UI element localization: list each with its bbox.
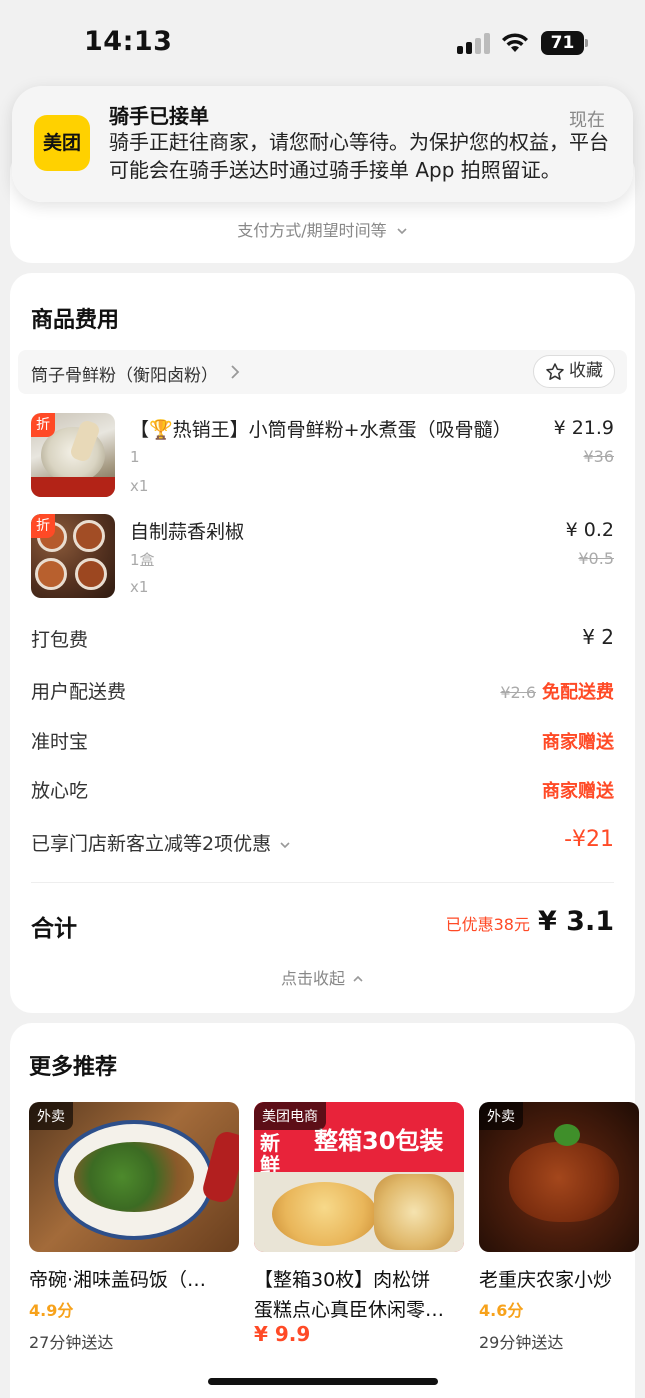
item-name: 自制蒜香剁椒 bbox=[130, 521, 245, 543]
wifi-icon bbox=[502, 33, 528, 52]
item-price: ¥ 21.9 bbox=[553, 417, 614, 439]
discount-badge: 折 bbox=[31, 514, 55, 538]
item-qty: x1 bbox=[130, 477, 149, 495]
star-icon bbox=[546, 363, 564, 380]
total-amount: ¥ 3.1 bbox=[537, 906, 614, 937]
item-name: 【🏆热销王】小筒骨鲜粉+水煮蛋（吸骨髓） bbox=[130, 419, 512, 441]
item-original-price: ¥36 bbox=[583, 447, 614, 466]
store-row[interactable]: 筒子骨鲜粉（衡阳卤粉） 收藏 bbox=[18, 350, 627, 394]
safe-eat-value: 商家赠送 bbox=[542, 781, 614, 802]
recommend-name: 帝碗·湘味盖码饭（… bbox=[29, 1269, 207, 1291]
recommend-title: 更多推荐 bbox=[29, 1055, 118, 1080]
recommend-image: 外卖 bbox=[29, 1102, 239, 1252]
notification-title: 骑手已接单 bbox=[109, 104, 209, 128]
recommend-tag: 外卖 bbox=[29, 1102, 73, 1130]
divider bbox=[31, 882, 614, 883]
discount-value: -¥21 bbox=[564, 827, 614, 852]
discount-label: 已享门店新客立减等2项优惠 bbox=[31, 833, 272, 855]
battery-level: 71 bbox=[541, 31, 584, 55]
packing-fee-value: ¥ 2 bbox=[582, 625, 614, 649]
item-image[interactable]: 折 bbox=[31, 413, 115, 497]
delivery-fee-label: 用户配送费 bbox=[31, 681, 127, 703]
item-qty: x1 bbox=[130, 578, 149, 596]
recommend-name: 老重庆农家小炒 bbox=[479, 1269, 613, 1291]
recommend-tag: 外卖 bbox=[479, 1102, 523, 1130]
item-original-price: ¥0.5 bbox=[578, 549, 614, 568]
total-value-row: 已优惠38元 ¥ 3.1 bbox=[446, 906, 614, 937]
chevron-right-icon bbox=[231, 365, 240, 379]
delivery-fee-free: 免配送费 bbox=[542, 682, 614, 703]
status-time: 14:13 bbox=[84, 26, 173, 57]
recommend-tag: 美团电商 bbox=[254, 1102, 326, 1130]
recommend-image: 外卖 bbox=[479, 1102, 639, 1252]
total-saved: 已优惠38元 bbox=[445, 915, 530, 934]
chevron-down-icon bbox=[280, 842, 290, 849]
collapse-toggle[interactable]: 点击收起 bbox=[0, 965, 645, 989]
favorite-button[interactable]: 收藏 bbox=[533, 355, 615, 388]
meituan-app-icon: 美团 bbox=[34, 115, 90, 171]
recommend-name-line2: 蛋糕点心真臣休闲零… bbox=[254, 1299, 445, 1321]
recommend-rating: 4.9分 bbox=[29, 1301, 74, 1320]
payment-options-link[interactable]: 支付方式/期望时间等 bbox=[0, 217, 645, 241]
store-name: 筒子骨鲜粉（衡阳卤粉） bbox=[31, 366, 218, 386]
ontime-value: 商家赠送 bbox=[542, 732, 614, 753]
recommend-time: 29分钟送达 bbox=[479, 1333, 564, 1352]
battery-icon: 71 bbox=[541, 31, 589, 55]
home-indicator[interactable] bbox=[208, 1378, 438, 1385]
discount-row[interactable]: 已享门店新客立减等2项优惠 bbox=[31, 829, 291, 856]
chevron-down-icon bbox=[397, 228, 407, 235]
ontime-label: 准时宝 bbox=[31, 731, 89, 753]
total-label: 合计 bbox=[31, 916, 77, 942]
section-title: 商品费用 bbox=[31, 308, 120, 333]
cellular-signal-icon bbox=[457, 32, 491, 54]
status-bar: 14:13 71 bbox=[0, 0, 645, 84]
chevron-up-icon bbox=[353, 975, 363, 982]
packing-fee-label: 打包费 bbox=[31, 629, 89, 651]
delivery-fee-original: ¥2.6 bbox=[500, 683, 536, 702]
recommend-name: 【整箱30枚】肉松饼 bbox=[254, 1269, 431, 1291]
push-notification[interactable]: 美团 骑手已接单 现在 骑手正赶往商家，请您耐心等待。为保护您的权益，平台可能会… bbox=[12, 86, 633, 202]
discount-badge: 折 bbox=[31, 413, 55, 437]
item-price: ¥ 0.2 bbox=[565, 519, 614, 541]
item-image[interactable]: 折 bbox=[31, 514, 115, 598]
recommend-rating: 4.6分 bbox=[479, 1301, 524, 1320]
recommend-time: 27分钟送达 bbox=[29, 1333, 114, 1352]
item-spec: 1 bbox=[130, 448, 140, 466]
safe-eat-label: 放心吃 bbox=[31, 780, 89, 802]
recommend-image: 整箱30包装 新鲜 美团电商 bbox=[254, 1102, 464, 1252]
notification-body: 骑手正赶往商家，请您耐心等待。为保护您的权益，平台可能会在骑手送达时通过骑手接单… bbox=[109, 130, 609, 182]
recommend-price: ¥ 9.9 bbox=[254, 1322, 311, 1346]
item-spec: 1盒 bbox=[130, 551, 155, 569]
delivery-fee-value: ¥2.6 免配送费 bbox=[500, 678, 614, 704]
